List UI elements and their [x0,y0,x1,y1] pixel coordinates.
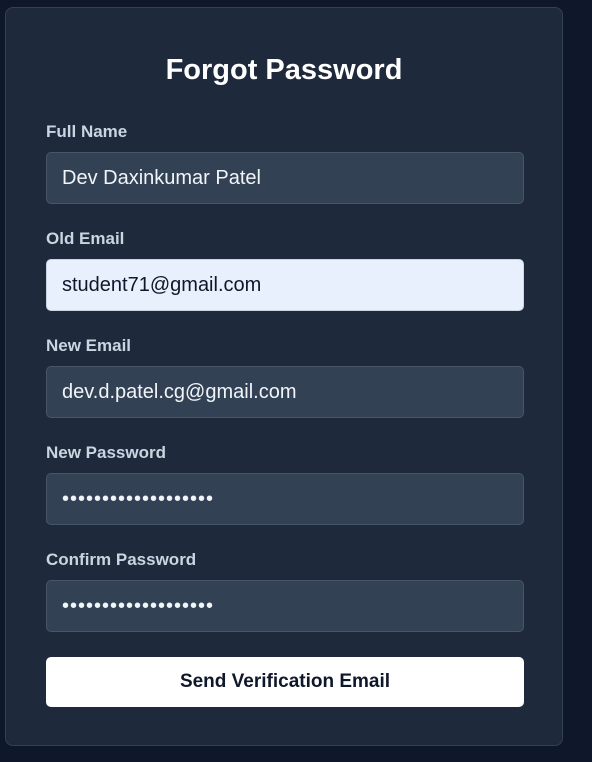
full-name-label: Full Name [46,122,128,141]
new-password-label: New Password [46,443,166,462]
new-email-input[interactable] [46,366,524,418]
old-email-label: Old Email [46,229,125,248]
old-email-input[interactable] [46,259,524,311]
forgot-password-card: Forgot Password Full Name Old Email New … [5,7,563,746]
confirm-password-input[interactable] [46,580,524,632]
page-title: Forgot Password [165,54,403,86]
new-email-label: New Email [46,336,132,355]
send-verification-email-button[interactable]: Send Verification Email [46,657,524,707]
new-password-input[interactable] [46,473,524,525]
confirm-password-label: Confirm Password [46,550,197,569]
full-name-input[interactable] [46,152,524,204]
